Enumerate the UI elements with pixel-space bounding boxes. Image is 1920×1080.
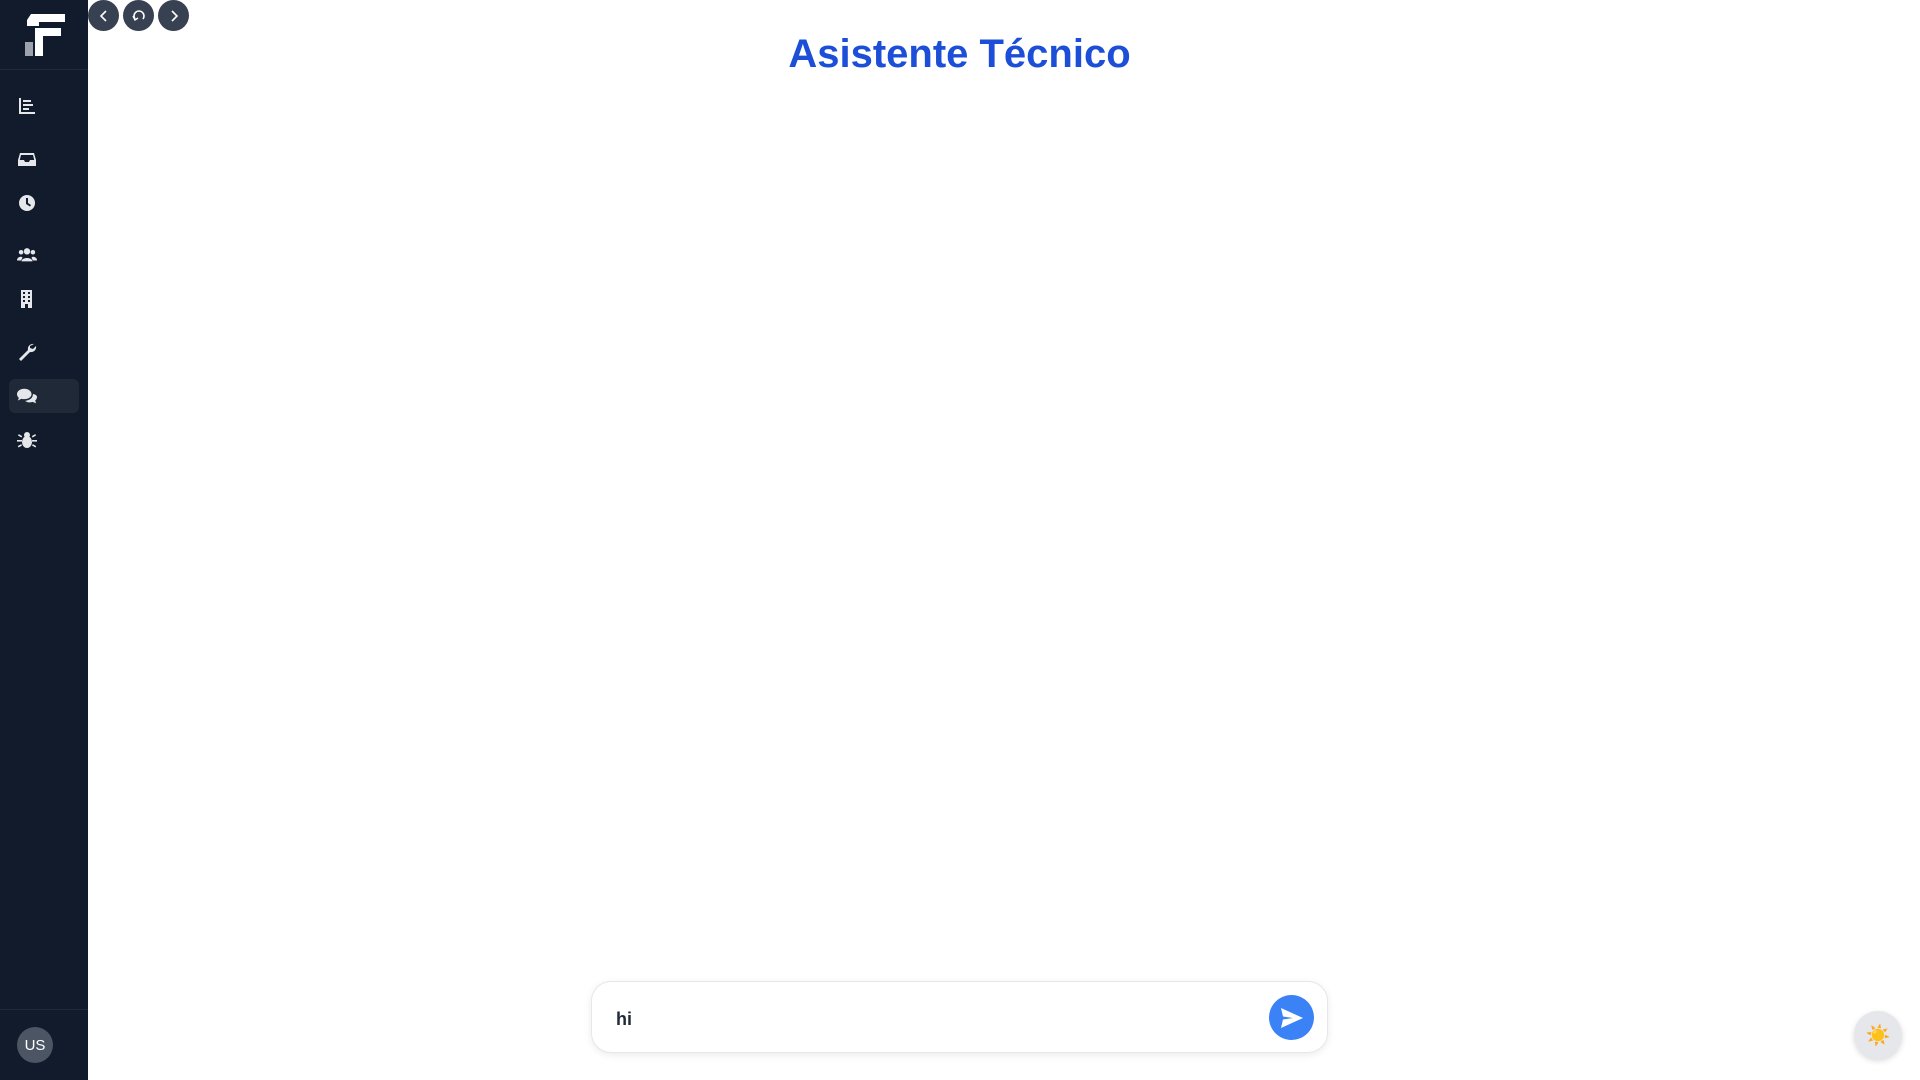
logo-icon (25, 13, 65, 56)
clock-icon (19, 195, 35, 211)
user-avatar[interactable]: US (17, 1027, 53, 1063)
sidebar-item-inbox[interactable] (9, 142, 79, 176)
back-button[interactable] (88, 0, 119, 31)
sidebar-item-debug[interactable] (9, 423, 79, 457)
sidebar-item-reports[interactable] (9, 89, 79, 123)
paper-plane-icon (1280, 1007, 1303, 1028)
forward-button[interactable] (158, 0, 189, 31)
sun-icon: ☀️ (1865, 1024, 1891, 1047)
reload-button[interactable] (123, 0, 154, 31)
reload-icon (131, 9, 145, 21)
chat-input-container (591, 981, 1328, 1053)
sidebar-item-chat[interactable] (9, 379, 79, 413)
chart-bar-icon (19, 98, 35, 114)
sidebar-item-users[interactable] (9, 238, 79, 272)
app-logo[interactable] (0, 0, 88, 70)
inbox-icon (18, 153, 36, 166)
theme-toggle-button[interactable]: ☀️ (1854, 1011, 1902, 1059)
user-initials: US (24, 1036, 46, 1054)
wrench-icon (19, 343, 37, 361)
users-icon (17, 248, 37, 262)
sidebar-footer: US (0, 1009, 88, 1080)
bug-icon (17, 432, 37, 448)
building-icon (21, 290, 32, 308)
sidebar-item-tools[interactable] (9, 335, 79, 369)
chevron-left-icon (99, 9, 107, 22)
chevron-right-icon (170, 9, 178, 22)
sidebar-item-history[interactable] (9, 186, 79, 220)
sidebar: US (0, 0, 88, 1080)
sidebar-item-buildings[interactable] (9, 282, 79, 316)
page-title: Asistente Técnico (788, 32, 1131, 76)
comments-icon (17, 388, 37, 404)
send-button[interactable] (1269, 995, 1314, 1040)
chat-input[interactable] (614, 1002, 1238, 1036)
